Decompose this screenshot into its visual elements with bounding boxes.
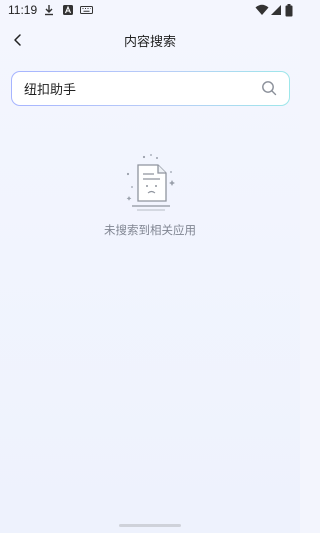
keyboard-icon <box>80 6 93 14</box>
status-time: 11:19 <box>8 3 38 17</box>
status-bar: 11:19 <box>0 0 300 22</box>
search-box[interactable] <box>11 71 290 106</box>
empty-state-message: 未搜索到相关应用 <box>104 223 196 237</box>
download-icon <box>45 5 53 16</box>
a-icon <box>63 5 73 15</box>
search-icon[interactable] <box>261 80 277 96</box>
home-indicator[interactable] <box>119 524 181 527</box>
search-input[interactable] <box>24 72 254 104</box>
battery-icon <box>285 4 293 17</box>
header: 内容搜索 <box>0 26 300 54</box>
wifi-icon <box>255 4 269 15</box>
search-screen: 11:19 内容搜索 纽扣助手 未搜索到相关应用 <box>0 0 300 533</box>
empty-document-icon <box>126 154 175 211</box>
signal-icon <box>271 5 281 15</box>
page-title: 内容搜索 <box>123 35 176 50</box>
